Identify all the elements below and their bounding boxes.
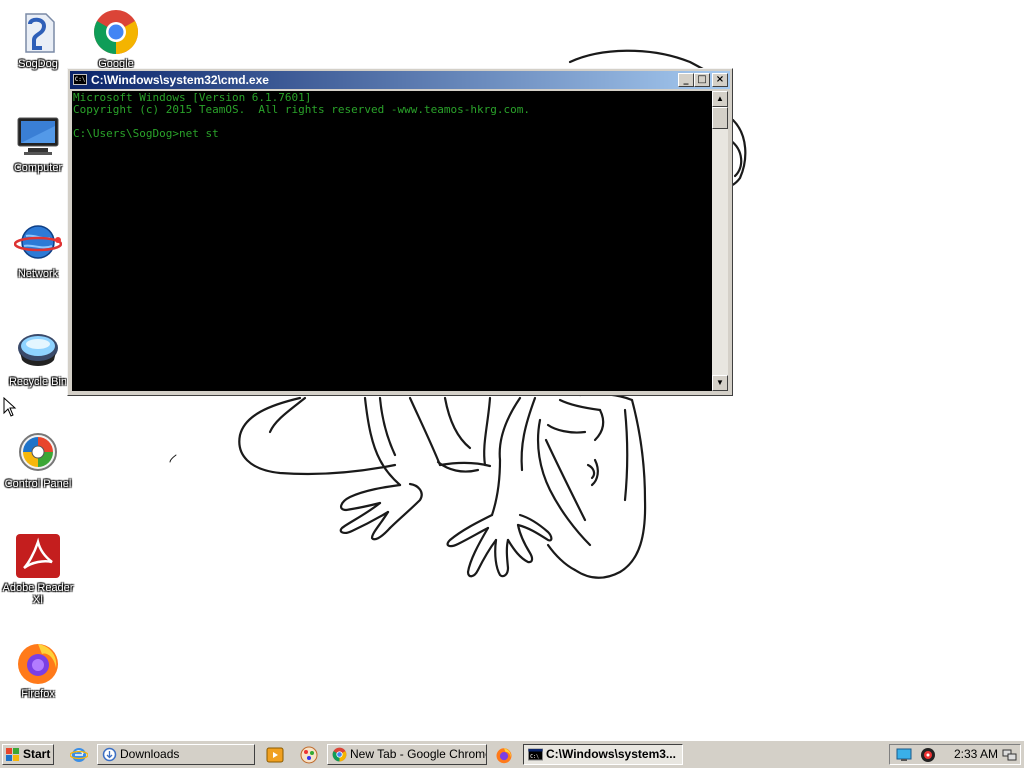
- taskbar-button-label: C:\Windows\system3...: [546, 747, 676, 761]
- display-icon[interactable]: [896, 747, 912, 763]
- desktop-icon-label: Firefox: [21, 688, 55, 700]
- taskbar-button-downloads[interactable]: Downloads: [97, 744, 255, 765]
- window-title: C:\Windows\system32\cmd.exe: [91, 73, 269, 87]
- taskbar-button-label: New Tab - Google Chrome: [350, 747, 487, 761]
- console-prompt-line: C:\Users\SogDog>net st: [73, 127, 219, 140]
- mouse-cursor-icon: [3, 397, 17, 417]
- cmd-icon: C:\: [528, 748, 543, 761]
- svg-text:C:\: C:\: [530, 754, 539, 760]
- paint-icon[interactable]: [300, 746, 318, 764]
- scrollbar-thumb[interactable]: [712, 107, 728, 129]
- desktop-icon-network[interactable]: Network: [0, 218, 76, 280]
- taskbar-button-label: Downloads: [120, 747, 180, 761]
- network-status-icon[interactable]: [1002, 747, 1018, 763]
- desktop-icon-recycle-bin[interactable]: Recycle Bin: [0, 326, 76, 388]
- cmd-icon: C:\: [73, 74, 87, 85]
- desktop-icon-computer[interactable]: Computer: [0, 112, 76, 174]
- user-folder-icon: [25, 13, 55, 53]
- taskbar: Start Downloads New Tab - Google Chrome: [0, 740, 1024, 768]
- internet-explorer-icon[interactable]: [70, 746, 88, 764]
- close-button[interactable]: ×: [712, 73, 728, 87]
- desktop-icon-label: Control Panel: [4, 478, 72, 490]
- recycle-bin-icon: [18, 334, 58, 366]
- console-line: Copyright (c) 2015 TeamOS. All rights re…: [73, 103, 530, 116]
- scroll-down-icon[interactable]: ▼: [712, 375, 728, 391]
- desktop-icon-label: Computer: [13, 162, 63, 174]
- clock[interactable]: 2:33 AM: [954, 745, 998, 764]
- maximize-button[interactable]: □: [694, 73, 710, 87]
- chrome-icon: [332, 747, 347, 762]
- scroll-up-icon[interactable]: ▲: [712, 91, 728, 107]
- firefox-icon: [18, 644, 58, 684]
- folder-icon: [102, 747, 117, 762]
- start-button[interactable]: Start: [2, 744, 54, 765]
- cmd-window[interactable]: C:\ C:\Windows\system32\cmd.exe _ □ × Mi…: [67, 68, 733, 396]
- console-output[interactable]: Microsoft Windows [Version 6.1.7601] Copy…: [72, 91, 712, 391]
- system-tray: 2:33 AM: [889, 744, 1021, 765]
- minimize-button[interactable]: _: [678, 73, 694, 87]
- desktop-icon-sogdog[interactable]: SogDog: [0, 8, 76, 70]
- desktop-icon-adobe-reader[interactable]: Adobe Reader XI: [0, 532, 76, 606]
- computer-icon: [17, 117, 59, 155]
- firefox-icon[interactable]: [495, 746, 513, 764]
- vertical-scrollbar[interactable]: ▲ ▼: [712, 91, 728, 391]
- desktop-icon-label: SogDog: [18, 58, 58, 70]
- desktop-icon-control-panel[interactable]: Control Panel: [0, 428, 76, 490]
- desktop-icon-label: Network: [17, 268, 59, 280]
- control-panel-icon: [19, 433, 57, 471]
- network-globe-icon: [14, 225, 62, 259]
- window-titlebar[interactable]: C:\ C:\Windows\system32\cmd.exe _ □ ×: [70, 71, 730, 89]
- desktop-icon-firefox[interactable]: Firefox: [0, 638, 76, 700]
- desktop-icon-label: Adobe Reader XI: [2, 582, 74, 606]
- chrome-icon: [94, 10, 138, 54]
- taskbar-button-cmd[interactable]: C:\ C:\Windows\system3...: [523, 744, 683, 765]
- adobe-reader-icon: [16, 534, 60, 578]
- taskbar-button-chrome[interactable]: New Tab - Google Chrome: [327, 744, 487, 765]
- desktop-icon-label: Recycle Bin: [8, 376, 68, 388]
- windows-flag-icon: [6, 748, 19, 761]
- antivirus-icon[interactable]: [920, 747, 936, 763]
- start-label: Start: [23, 747, 51, 761]
- media-player-icon[interactable]: [266, 746, 284, 764]
